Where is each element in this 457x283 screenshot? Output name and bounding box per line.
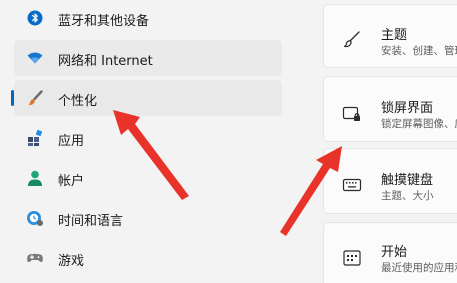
paintbrush-icon (26, 89, 44, 107)
sidebar-item-label: 游戏 (58, 254, 85, 269)
card-subtitle: 最近使用的应用和项 (381, 262, 457, 274)
start-icon (342, 248, 362, 268)
brush-icon (342, 29, 362, 49)
keyboard-icon (342, 175, 362, 195)
lock-screen-icon (342, 105, 362, 125)
apps-icon (26, 129, 44, 147)
gamepad-icon (26, 249, 44, 267)
wifi-icon (26, 49, 44, 67)
settings-card-lock-screen[interactable]: 锁屏界面 锁定屏幕图像、应用 (323, 76, 457, 142)
settings-card-themes[interactable]: 主题 安装、创建、管理 (323, 4, 457, 68)
sidebar-item-label: 时间和语言 (58, 214, 124, 229)
sidebar-item-apps[interactable]: 应用 (14, 120, 282, 156)
selection-indicator (11, 90, 14, 106)
sidebar-item-label: 网络和 Internet (58, 54, 153, 69)
sidebar-item-label: 个性化 (58, 94, 98, 109)
clock-globe-icon (26, 209, 44, 227)
settings-card-touch-keyboard[interactable]: 触摸键盘 主题、大小 (323, 148, 457, 214)
settings-card-start[interactable]: 开始 最近使用的应用和项 (323, 222, 457, 283)
card-title: 锁屏界面 (381, 101, 434, 116)
sidebar-item-bluetooth[interactable]: 蓝牙和其他设备 (14, 0, 282, 36)
card-title: 主题 (381, 28, 408, 43)
card-subtitle: 锁定屏幕图像、应用 (381, 118, 457, 130)
sidebar-item-label: 蓝牙和其他设备 (58, 14, 150, 29)
card-title: 触摸键盘 (381, 173, 434, 188)
sidebar-item-personalization[interactable]: 个性化 (11, 80, 282, 116)
bluetooth-icon (26, 9, 44, 27)
sidebar-item-gaming[interactable]: 游戏 (14, 240, 282, 276)
sidebar-item-network[interactable]: 网络和 Internet (14, 40, 282, 76)
sidebar-item-label: 应用 (58, 134, 85, 149)
sidebar-item-accounts[interactable]: 帐户 (14, 160, 282, 196)
card-subtitle: 主题、大小 (381, 190, 434, 202)
sidebar-item-label: 帐户 (58, 174, 85, 189)
settings-sidebar: 蓝牙和其他设备 网络和 Internet 个性化 应用 帐户 时间和语言 游戏 (0, 0, 300, 283)
account-icon (26, 169, 44, 187)
card-title: 开始 (381, 245, 408, 260)
card-subtitle: 安装、创建、管理 (381, 45, 457, 57)
sidebar-item-time-language[interactable]: 时间和语言 (14, 200, 282, 236)
